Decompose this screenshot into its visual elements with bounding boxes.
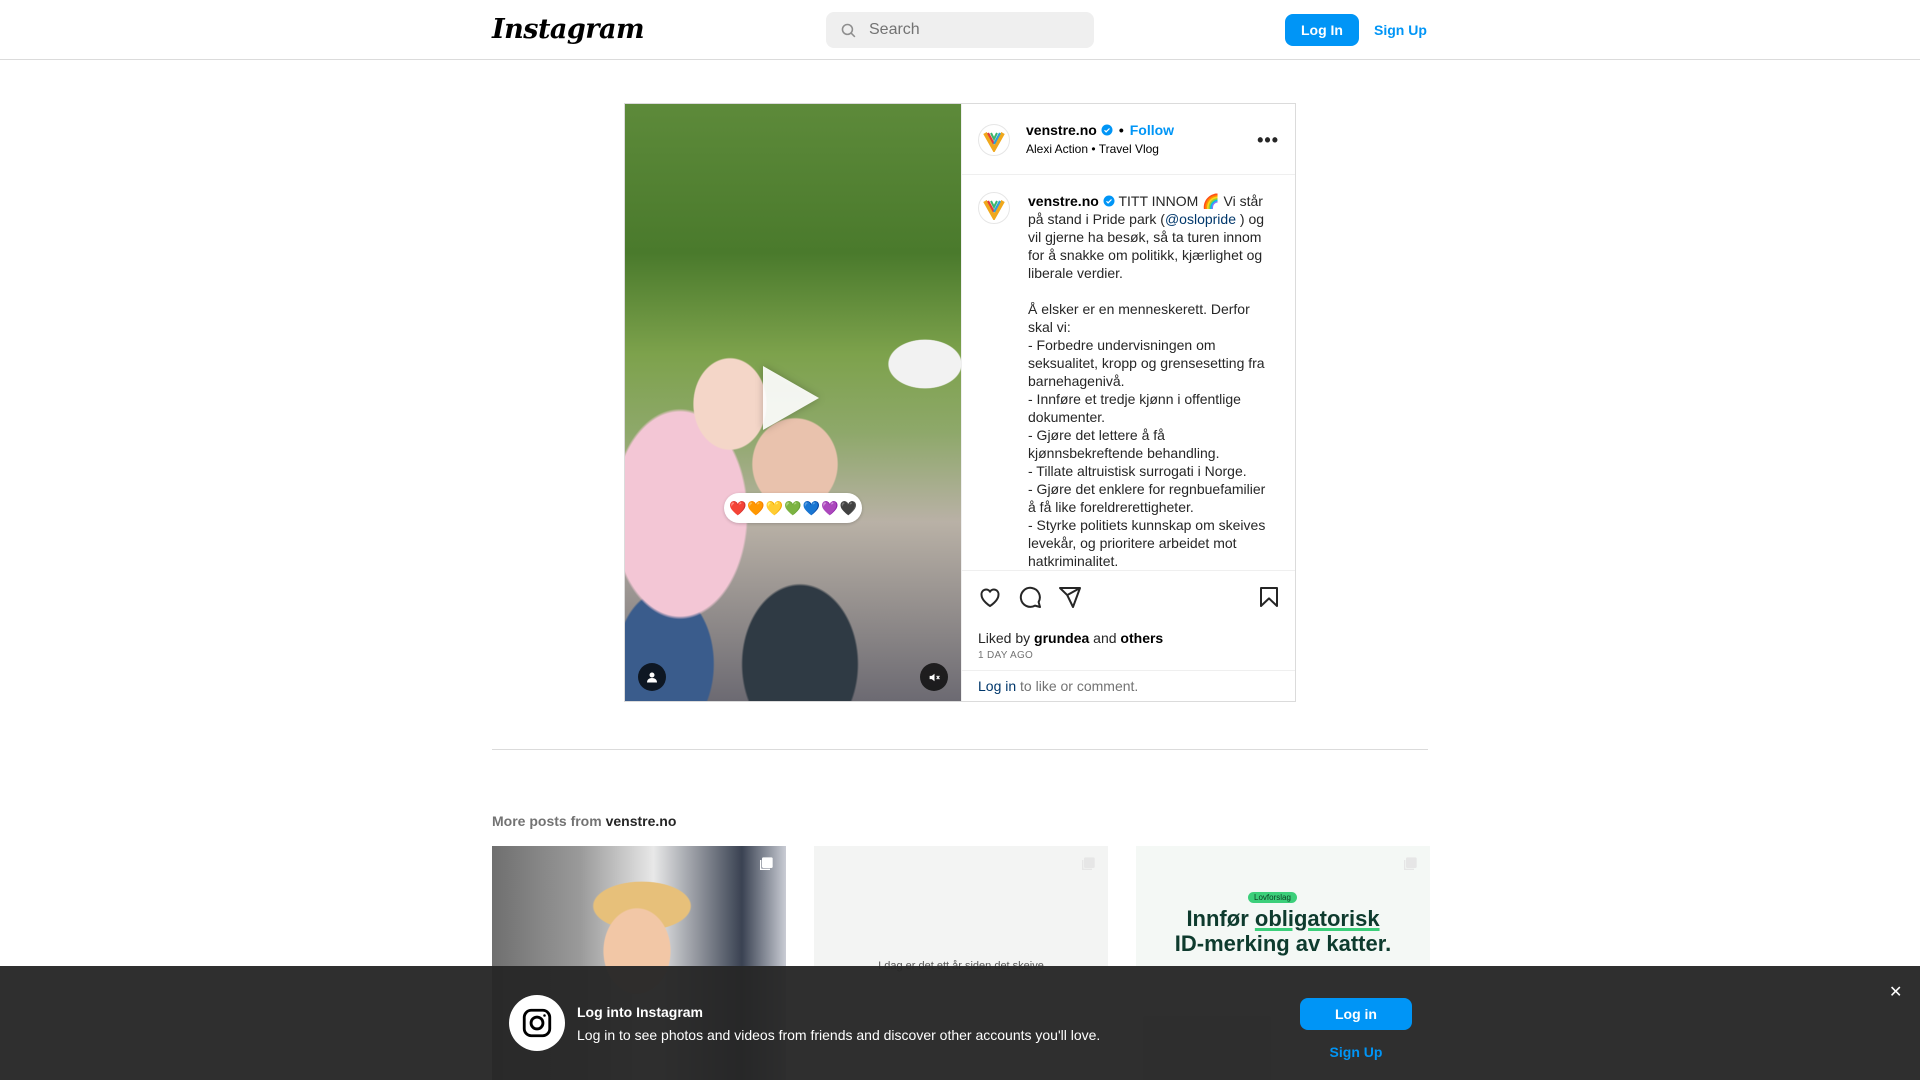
search-icon bbox=[841, 23, 856, 37]
more-posts-heading: More posts from venstre.no bbox=[492, 813, 676, 829]
likes-others-link[interactable]: others bbox=[1120, 630, 1163, 646]
instagram-glyph-icon bbox=[509, 995, 565, 1051]
likes-and: and bbox=[1089, 630, 1121, 646]
signup-link[interactable]: Sign Up bbox=[1374, 14, 1427, 46]
user-icon bbox=[647, 672, 657, 683]
post-header: venstre.no • Follow Alexi Action • Trave… bbox=[962, 104, 1295, 175]
instagram-logo[interactable]: Instagram bbox=[492, 14, 645, 45]
caption-username[interactable]: venstre.no bbox=[1028, 193, 1099, 209]
heart-emoji: 💜 bbox=[821, 500, 839, 516]
login-to-comment: Log in to like or comment. bbox=[962, 670, 1295, 702]
carousel-icon bbox=[760, 857, 773, 870]
login-link[interactable]: Log in bbox=[978, 678, 1016, 694]
tagged-users-button[interactable] bbox=[638, 663, 666, 691]
search-input[interactable] bbox=[869, 21, 1079, 39]
banner-signup-link[interactable]: Sign Up bbox=[1300, 1044, 1412, 1060]
more-posts-username-link[interactable]: venstre.no bbox=[606, 813, 677, 829]
post-card: ❤️ 🧡 💛 💚 💙 💜 🖤 venstre.no • Follow Alexi… bbox=[624, 103, 1296, 702]
like-heart-icon[interactable] bbox=[978, 585, 1002, 609]
save-bookmark-icon[interactable] bbox=[1257, 585, 1281, 609]
heart-emoji: 💛 bbox=[765, 500, 784, 516]
post-timestamp[interactable]: 1 DAY AGO bbox=[978, 650, 1033, 661]
separator-dot: • bbox=[1118, 122, 1124, 138]
verified-badge-icon bbox=[1101, 124, 1113, 136]
speaker-muted-icon bbox=[929, 673, 940, 681]
heart-emoji: 🧡 bbox=[747, 500, 765, 516]
post-sidebar: venstre.no • Follow Alexi Action • Trave… bbox=[961, 104, 1295, 701]
likes-summary: Liked by grundea and others bbox=[978, 630, 1163, 646]
banner-title: Log into Instagram bbox=[577, 1004, 703, 1020]
mention-link[interactable]: @oslopride bbox=[1165, 211, 1236, 227]
audio-title: Travel Vlog bbox=[1098, 142, 1159, 156]
likes-prefix: Liked by bbox=[978, 630, 1035, 646]
verified-badge-icon bbox=[1103, 195, 1115, 207]
share-icon[interactable] bbox=[1058, 585, 1082, 609]
avatar[interactable] bbox=[978, 124, 1010, 156]
search-box[interactable] bbox=[826, 12, 1094, 48]
banner-text: Log in to see photos and videos from fri… bbox=[577, 1027, 1101, 1043]
more-options-icon[interactable]: ••• bbox=[1257, 130, 1279, 151]
caption-section: venstre.no TITT INNOM 🌈 Vi står på stand… bbox=[962, 176, 1295, 570]
thumbnail-tag: Lovforslag bbox=[1248, 892, 1297, 903]
heart-emoji-sticker: ❤️ 🧡 💛 💚 💙 💜 🖤 bbox=[724, 493, 862, 523]
username-link[interactable]: venstre.no bbox=[1026, 122, 1097, 138]
post-actions: Liked by grundea and others 1 DAY AGO Lo… bbox=[962, 570, 1295, 701]
post-caption: venstre.no TITT INNOM 🌈 Vi står på stand… bbox=[1028, 192, 1273, 570]
separator-dot: • bbox=[1091, 142, 1096, 156]
post-video[interactable]: ❤️ 🧡 💛 💚 💙 💜 🖤 bbox=[625, 104, 961, 701]
venstre-logo-icon bbox=[983, 132, 1005, 152]
follow-button[interactable]: Follow bbox=[1130, 122, 1174, 138]
headline-part: Innfør bbox=[1186, 906, 1255, 931]
login-banner: Log into Instagram Log in to see photos … bbox=[0, 966, 1920, 1080]
mute-button[interactable] bbox=[920, 663, 948, 691]
liked-by-user-link[interactable]: grundea bbox=[1034, 630, 1089, 646]
heart-emoji: 🖤 bbox=[839, 500, 858, 516]
carousel-icon bbox=[1082, 857, 1095, 870]
comment-icon[interactable] bbox=[1018, 585, 1042, 609]
login-button[interactable]: Log In bbox=[1285, 14, 1359, 46]
top-navigation-bar: Instagram Log In Sign Up bbox=[0, 0, 1920, 60]
heart-emoji: ❤️ bbox=[728, 500, 747, 516]
audio-artist: Alexi Action bbox=[1026, 142, 1089, 156]
more-posts-prefix: More posts from bbox=[492, 813, 606, 829]
section-divider bbox=[492, 749, 1428, 750]
heart-emoji: 💚 bbox=[784, 500, 802, 516]
heart-emoji: 💙 bbox=[802, 500, 821, 516]
play-icon[interactable] bbox=[763, 366, 819, 430]
headline-line2: ID-merking av katter. bbox=[1174, 931, 1392, 956]
post-author: venstre.no • Follow bbox=[1026, 122, 1174, 138]
thumbnail-headline: Innfør obligatorisk ID-merking av katter. bbox=[1136, 906, 1430, 956]
headline-underlined: obligatorisk bbox=[1254, 906, 1380, 931]
banner-login-button[interactable]: Log in bbox=[1300, 998, 1412, 1030]
avatar[interactable] bbox=[978, 192, 1010, 224]
caption-text: ) og vil gjerne ha besøk, så ta turen in… bbox=[1028, 211, 1266, 569]
venstre-logo-icon bbox=[983, 200, 1005, 220]
close-icon[interactable]: ✕ bbox=[1889, 982, 1902, 1002]
audio-info[interactable]: Alexi Action • Travel Vlog bbox=[1026, 142, 1159, 156]
carousel-icon bbox=[1404, 857, 1417, 870]
login-suffix: to like or comment. bbox=[1016, 678, 1139, 694]
